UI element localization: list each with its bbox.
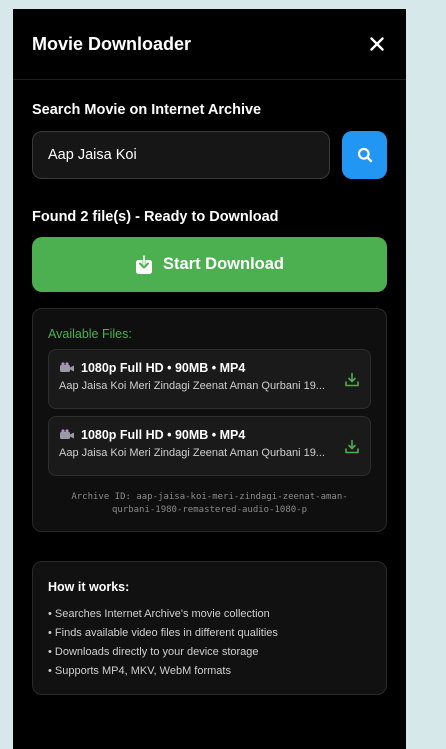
how-it-works-title: How it works:: [48, 580, 130, 594]
file-quality: 1080p Full HD • 90MB • MP4: [81, 361, 246, 375]
file-item[interactable]: 1080p Full HD • 90MB • MP4 Aap Jaisa Koi…: [48, 349, 371, 409]
search-row: [32, 131, 387, 179]
page-title: Movie Downloader: [32, 33, 192, 54]
download-icon[interactable]: [344, 439, 360, 455]
file-name: Aap Jaisa Koi Meri Zindagi Zeenat Aman Q…: [59, 380, 325, 392]
available-files-title: Available Files:: [48, 327, 132, 341]
archive-id: Archive ID: aap-jaisa-koi-meri-zindagi-z…: [48, 491, 371, 517]
start-download-label: Start Download: [162, 255, 284, 273]
close-button[interactable]: [367, 34, 387, 54]
download-icon: [135, 254, 152, 274]
list-item: • Searches Internet Archive's movie coll…: [48, 608, 270, 620]
search-button[interactable]: [342, 131, 387, 179]
search-label: Search Movie on Internet Archive: [32, 102, 262, 118]
file-name: Aap Jaisa Koi Meri Zindagi Zeenat Aman Q…: [59, 447, 325, 459]
available-files-panel: Available Files: 1080p Full HD • 90MB • …: [32, 308, 387, 532]
header: Movie Downloader: [13, 9, 406, 80]
how-it-works-panel: How it works: • Searches Internet Archiv…: [32, 561, 387, 695]
list-item: • Downloads directly to your device stor…: [48, 646, 259, 658]
file-item-header: 1080p Full HD • 90MB • MP4: [59, 428, 360, 442]
content: Search Movie on Internet Archive Found 2…: [13, 102, 406, 695]
file-item-header: 1080p Full HD • 90MB • MP4: [59, 361, 360, 375]
archive-id-line: qurbani-1980-remastered-audio-1080-p: [111, 505, 308, 515]
archive-id-line: Archive ID: aap-jaisa-koi-meri-zindagi-z…: [71, 492, 348, 502]
start-download-button[interactable]: Start Download: [32, 237, 387, 292]
file-item[interactable]: 1080p Full HD • 90MB • MP4 Aap Jaisa Koi…: [48, 416, 371, 476]
video-camera-icon: [60, 362, 74, 372]
list-item: • Supports MP4, MKV, WebM formats: [48, 665, 231, 677]
search-icon: [357, 147, 372, 163]
download-icon[interactable]: [344, 372, 360, 388]
found-status: Found 2 file(s) - Ready to Download: [32, 209, 279, 225]
file-quality: 1080p Full HD • 90MB • MP4: [81, 428, 246, 442]
list-item: • Finds available video files in differe…: [48, 627, 278, 639]
close-icon: [370, 37, 384, 51]
video-camera-icon: [60, 429, 74, 439]
movie-downloader-panel: Movie Downloader Search Movie on Interne…: [13, 9, 406, 749]
search-input[interactable]: [32, 131, 330, 179]
how-it-works-list: • Searches Internet Archive's movie coll…: [48, 605, 371, 681]
